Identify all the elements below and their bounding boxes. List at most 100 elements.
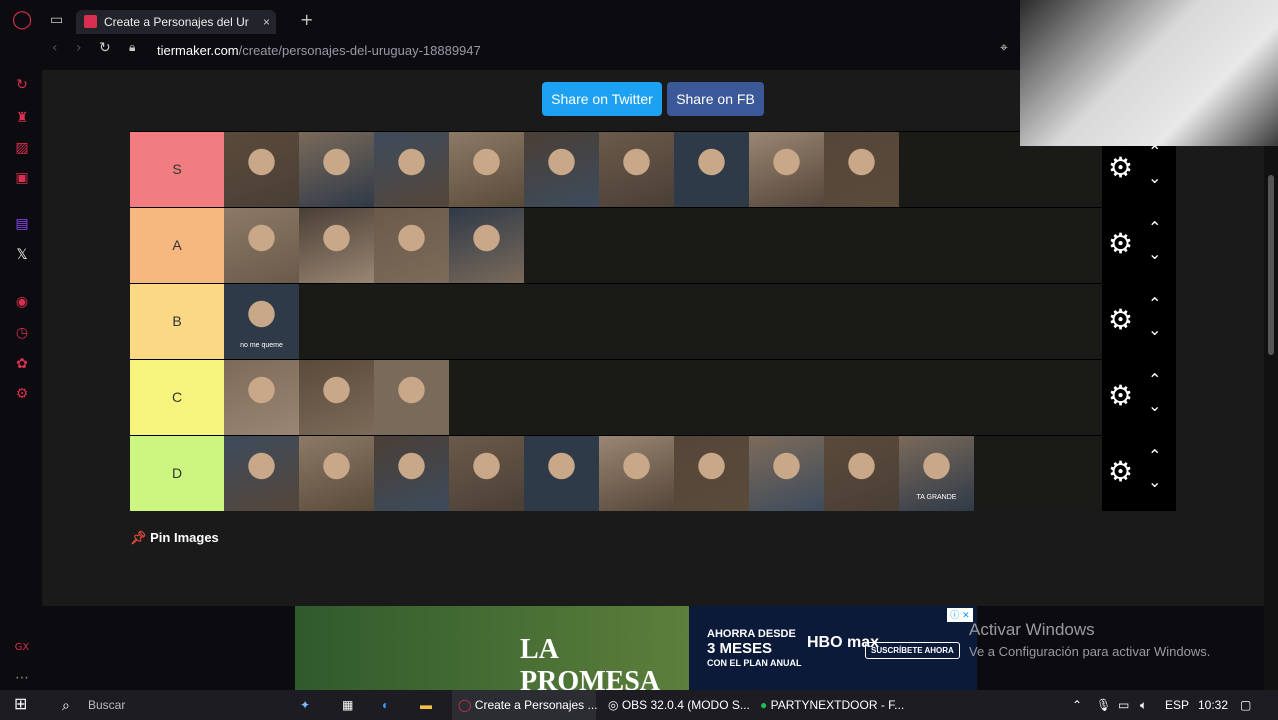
character-thumbnail[interactable] [674,436,749,511]
tray-overflow-icon[interactable]: ⌃ [1072,690,1082,720]
microphone-icon[interactable]: 🎙︎ [1096,690,1111,720]
cleaner-icon[interactable]: ▨ [12,138,32,158]
page-scrollbar[interactable] [1264,70,1278,690]
character-thumbnail[interactable] [749,132,824,207]
scrollbar-thumb[interactable] [1268,175,1274,355]
notifications-icon[interactable]: ▢ [1240,690,1251,720]
character-thumbnail[interactable] [374,360,449,435]
network-icon[interactable]: ▭ [1118,690,1129,720]
chevron-up-icon[interactable]: ⌃ [1148,370,1161,389]
x-icon[interactable]: 𝕏 [12,245,32,265]
close-tab-icon[interactable]: × [263,10,270,34]
character-thumbnail[interactable] [749,436,824,511]
tier-label[interactable]: C [130,360,224,435]
taskbar-app-opera[interactable]: ◯ Create a Personajes ... [452,690,598,720]
opera-logo-icon[interactable]: ◯ [12,10,32,30]
character-thumbnail[interactable] [224,360,299,435]
tier-row: A ⚙ ⌃ ⌄ [130,207,1176,283]
tab-tiermaker[interactable]: Create a Personajes del Ur × [76,10,276,34]
character-thumbnail[interactable] [524,132,599,207]
player-icon[interactable]: ◉ [12,292,32,312]
chevron-up-icon[interactable]: ⌃ [1148,218,1161,237]
store-icon[interactable]: ▦ [342,690,353,720]
character-thumbnail[interactable] [449,208,524,283]
character-thumbnail[interactable] [824,436,899,511]
new-tab-button[interactable]: + [300,10,313,29]
clock[interactable]: 10:32 [1198,690,1228,720]
character-thumbnail[interactable] [824,132,899,207]
gear-icon[interactable]: ⚙ [1108,458,1133,486]
ai-icon[interactable]: ♜ [12,108,32,128]
chevron-down-icon[interactable]: ⌄ [1148,320,1161,339]
taskbar-search[interactable]: Buscar [88,690,125,720]
speed-dial-icon[interactable]: ↻ [12,75,32,95]
character-thumbnail[interactable] [449,132,524,207]
url-field[interactable]: tiermaker.com/create/personajes-del-urug… [157,43,481,58]
more-icon[interactable]: ⋯ [12,668,32,688]
opera-sidebar: ◯ ↻ ♜ ▨ ▣ ▤ 𝕏 ◉ ◷ ✿ ⚙ GX ⋯ [0,0,42,690]
search-icon[interactable]: ⌕ [62,690,70,720]
gx-icon[interactable]: GX [12,638,32,658]
character-thumbnail[interactable] [674,132,749,207]
chevron-up-icon[interactable]: ⌃ [1148,294,1161,313]
character-thumbnail[interactable] [449,436,524,511]
chevron-down-icon[interactable]: ⌄ [1148,396,1161,415]
ad-banner[interactable]: LA PROMESA AHORRA DESDE 3 MESES CON EL P… [295,606,977,697]
character-thumbnail[interactable] [224,208,299,283]
ad-image: LA PROMESA [295,606,689,697]
character-thumbnail[interactable] [224,436,299,511]
lock-icon: 🔒︎ [129,40,136,54]
share-fb-button[interactable]: Share on FB [667,82,764,116]
pin-icon[interactable]: ⌖ [1000,40,1008,56]
character-thumbnail[interactable] [299,132,374,207]
file-explorer-icon[interactable]: ▬ [420,690,432,720]
windows-activation-watermark: Activar Windows Ve a Configuración para … [969,620,1211,659]
character-thumbnail[interactable] [599,436,674,511]
volume-icon[interactable]: 🔈︎ [1140,690,1147,720]
subscribe-button[interactable]: SUSCRÍBETE AHORA [865,642,960,659]
tiermaker-favicon-icon [84,15,97,28]
character-thumbnail[interactable] [374,436,449,511]
tier-label[interactable]: D [130,436,224,511]
chevron-down-icon[interactable]: ⌄ [1148,168,1161,187]
ad-promo: AHORRA DESDE 3 MESES CON EL PLAN ANUAL H… [689,606,977,691]
chevron-up-icon[interactable]: ⌃ [1148,446,1161,465]
messenger-icon[interactable]: ▣ [12,168,32,188]
extensions-icon[interactable]: ✿ [12,354,32,374]
character-thumbnail[interactable] [374,132,449,207]
character-thumbnail[interactable]: TA GRANDE [899,436,974,511]
gear-icon[interactable]: ⚙ [1108,230,1133,258]
edge-icon[interactable]: ◐ [382,690,389,720]
character-thumbnail[interactable] [299,360,374,435]
copilot-icon[interactable]: ✦ [300,690,310,720]
settings-icon[interactable]: ⚙ [12,384,32,404]
character-thumbnail[interactable] [374,208,449,283]
taskbar-app-spotify[interactable]: ● PARTYNEXTDOOR - F... [756,690,906,720]
chevron-down-icon[interactable]: ⌄ [1148,244,1161,263]
history-icon[interactable]: ◷ [12,323,32,343]
share-twitter-button[interactable]: Share on Twitter [542,82,662,116]
taskbar-app-obs[interactable]: ◎ OBS 32.0.4 (MODO S... [604,690,750,720]
thumbnail-caption: no me queme [240,342,283,349]
character-thumbnail[interactable] [299,436,374,511]
gear-icon[interactable]: ⚙ [1108,154,1133,182]
character-thumbnail[interactable] [224,132,299,207]
workspaces-icon[interactable]: ▭ [50,12,63,28]
tier-label[interactable]: S [130,132,224,207]
character-thumbnail[interactable] [524,436,599,511]
forward-button[interactable]: › [76,40,82,56]
character-thumbnail[interactable] [299,208,374,283]
pin-images-toggle[interactable]: 📌︎ Pin Images [130,530,219,546]
chevron-down-icon[interactable]: ⌄ [1148,472,1161,491]
reload-button[interactable]: ↻ [99,40,111,56]
tier-label[interactable]: B [130,284,224,359]
back-button[interactable]: ‹ [52,40,58,56]
character-thumbnail[interactable]: no me queme [224,284,299,359]
twitch-icon[interactable]: ▤ [12,214,32,234]
language-indicator[interactable]: ESP [1165,690,1189,720]
gear-icon[interactable]: ⚙ [1108,382,1133,410]
tier-label[interactable]: A [130,208,224,283]
character-thumbnail[interactable] [599,132,674,207]
start-button[interactable]: ⊞ [14,690,27,720]
gear-icon[interactable]: ⚙ [1108,306,1133,334]
